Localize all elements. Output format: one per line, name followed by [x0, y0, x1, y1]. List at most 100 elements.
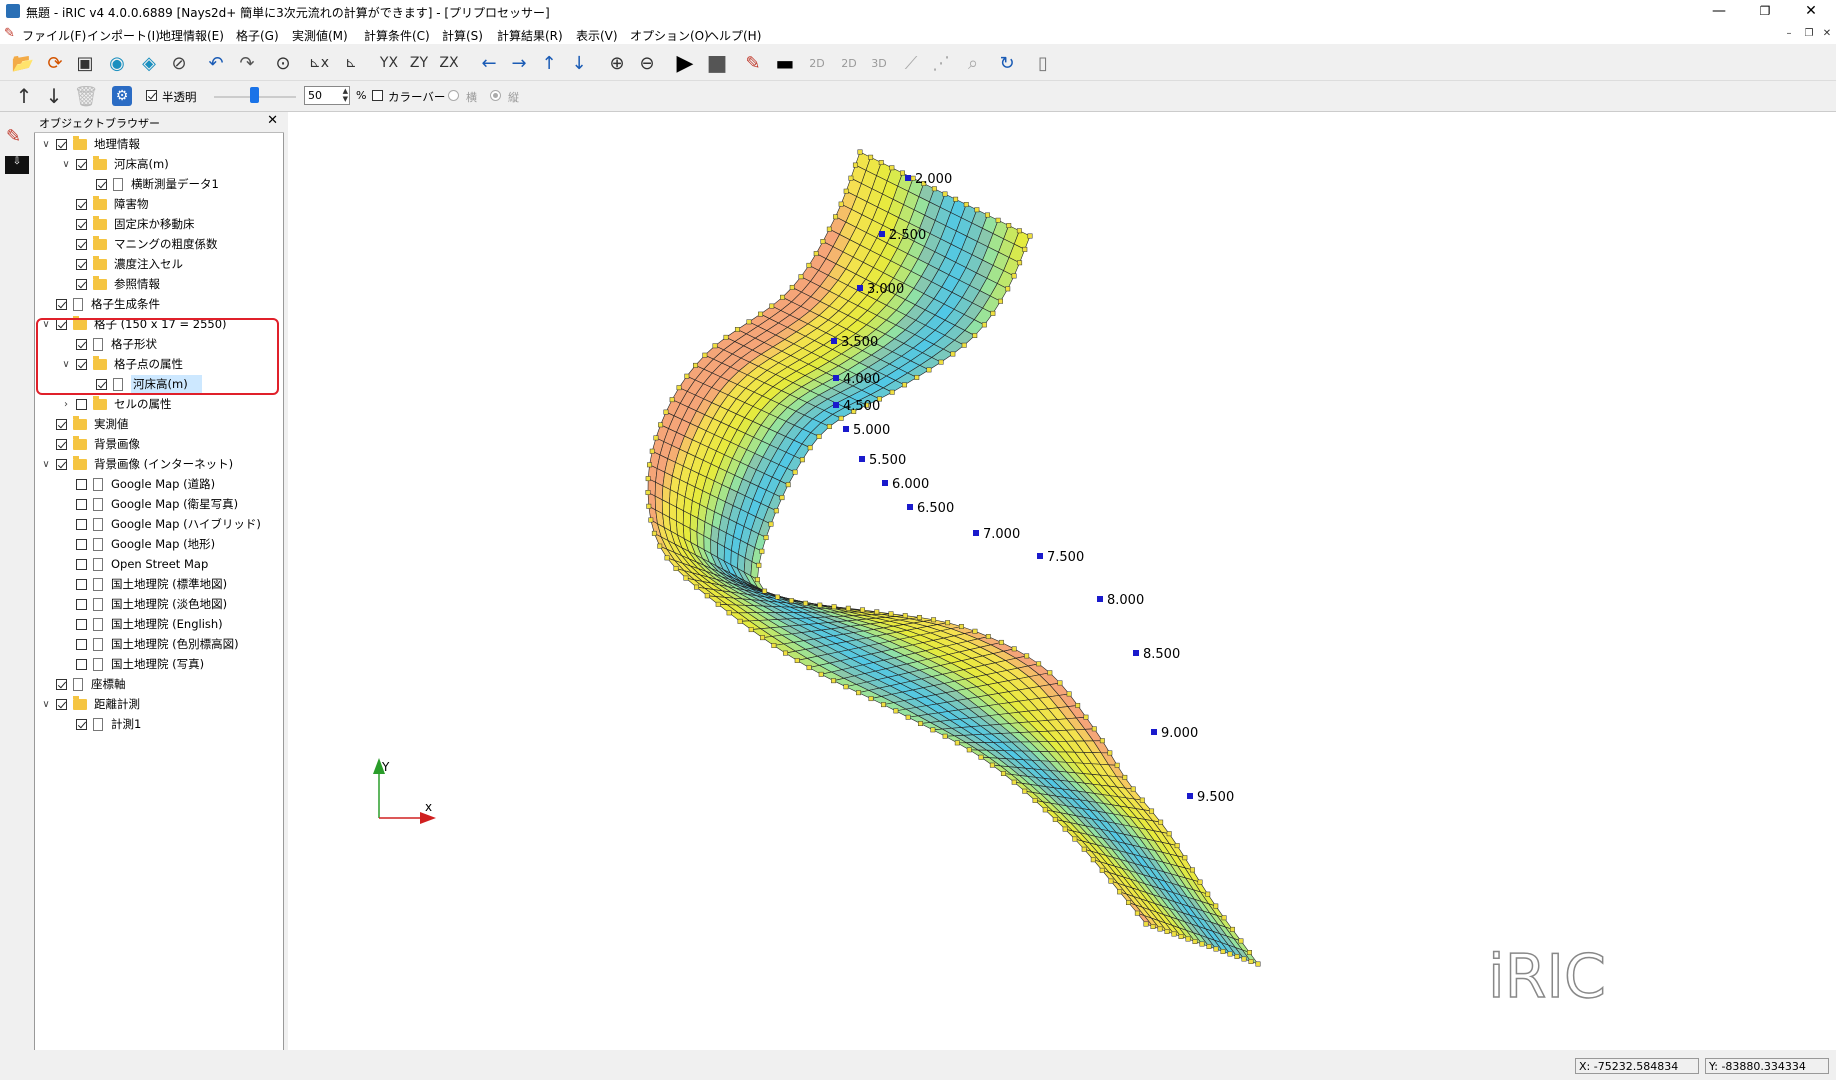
post-2d-icon[interactable]: 2D	[804, 50, 830, 76]
scatter-icon[interactable]: ⋰	[928, 50, 954, 76]
grid-node[interactable]	[995, 217, 1001, 223]
grid-node[interactable]	[759, 635, 765, 641]
grid-node[interactable]	[755, 577, 760, 583]
grid-node[interactable]	[843, 188, 849, 194]
expand-arrow-icon[interactable]: ∨	[60, 159, 72, 170]
colorbar-checkbox[interactable]	[372, 90, 383, 101]
tree-item-checkbox[interactable]	[76, 218, 87, 230]
grid-node[interactable]	[1006, 223, 1012, 228]
grid-node[interactable]	[803, 600, 809, 606]
redo-icon[interactable]: ↷	[234, 50, 260, 76]
grid-node[interactable]	[1108, 878, 1114, 884]
grid-node[interactable]	[785, 482, 791, 488]
grid-node[interactable]	[900, 170, 905, 176]
grid-node[interactable]	[881, 702, 886, 708]
grid-node[interactable]	[1230, 926, 1235, 932]
delete-icon[interactable]: 🗑	[73, 84, 98, 108]
grid-node[interactable]	[1027, 233, 1033, 239]
tree-item[interactable]: Google Map (衛星写真)	[60, 495, 238, 513]
expand-arrow-icon[interactable]: ∨	[40, 699, 52, 710]
grid-node[interactable]	[1178, 934, 1184, 939]
grid-node[interactable]	[1185, 936, 1191, 942]
grid-node[interactable]	[1234, 954, 1240, 959]
minimize-button[interactable]: —	[1696, 0, 1742, 24]
grid-node[interactable]	[704, 593, 710, 599]
translucent-checkbox[interactable]	[146, 90, 157, 101]
grid-node[interactable]	[972, 333, 978, 339]
grid-node[interactable]	[1248, 959, 1254, 964]
tree-item[interactable]: ∨ 河床高(m)	[60, 155, 169, 173]
grid-node[interactable]	[889, 389, 895, 395]
tree-item-checkbox[interactable]	[76, 558, 87, 570]
grid-node[interactable]	[1171, 931, 1177, 937]
grid-node[interactable]	[806, 262, 812, 268]
move-up-icon[interactable]: ↑	[12, 84, 36, 108]
graph-zoom-icon[interactable]: ⌕	[960, 50, 986, 76]
grid-node[interactable]	[768, 521, 774, 527]
tree-item-checkbox[interactable]	[76, 618, 87, 630]
grid-node[interactable]	[737, 618, 743, 624]
view-yx-icon[interactable]: YX	[376, 50, 402, 76]
post-3d-icon[interactable]: 3D	[866, 50, 892, 76]
grid-node[interactable]	[856, 690, 861, 696]
grid-node[interactable]	[775, 594, 781, 600]
tree-item[interactable]: 座標軸	[40, 675, 126, 693]
horizontal-radio[interactable]	[448, 90, 459, 101]
grid-node[interactable]	[669, 397, 675, 403]
undo-icon[interactable]: ↶	[203, 50, 229, 76]
tree-item[interactable]: 国土地理院 (English)	[60, 615, 223, 633]
tree-item-checkbox[interactable]	[76, 498, 87, 510]
grid-node[interactable]	[1047, 670, 1053, 676]
grid-node[interactable]	[813, 251, 819, 257]
grid-node[interactable]	[715, 601, 721, 607]
view-zx-icon[interactable]: ZX	[436, 50, 462, 76]
graph-icon[interactable]: ⟋	[898, 50, 924, 76]
menu-measured[interactable]: 実測値(M)	[292, 27, 348, 44]
grid-node[interactable]	[874, 609, 880, 615]
restore-button[interactable]: ❐	[1742, 0, 1788, 24]
grid-node[interactable]	[820, 239, 826, 244]
view-zy-icon[interactable]: ZY	[406, 50, 432, 76]
grid-node[interactable]	[1011, 646, 1017, 652]
settings-gear-icon[interactable]: ⚙	[112, 86, 132, 106]
tree-item-checkbox[interactable]	[76, 658, 87, 670]
grid-node[interactable]	[954, 740, 960, 746]
grid-node[interactable]	[1114, 762, 1120, 768]
grid-node[interactable]	[1032, 797, 1038, 803]
grid-node[interactable]	[1130, 786, 1136, 792]
grid-node[interactable]	[673, 565, 679, 571]
grid-node[interactable]	[1099, 867, 1105, 873]
grid-node[interactable]	[843, 684, 849, 690]
tree-item-checkbox[interactable]	[76, 718, 87, 730]
menu-help[interactable]: ヘルプ(H)	[707, 27, 761, 44]
grid-node[interactable]	[998, 298, 1003, 304]
grid-node[interactable]	[998, 639, 1004, 645]
grid-node[interactable]	[646, 503, 652, 509]
grid-node[interactable]	[914, 374, 920, 380]
grid-node[interactable]	[958, 624, 964, 629]
grid-node[interactable]	[773, 508, 779, 514]
menu-calc-condition[interactable]: 計算条件(C)	[364, 27, 430, 44]
google-earth-icon[interactable]: ⊘	[166, 50, 192, 76]
tree-item-checkbox[interactable]	[76, 638, 87, 650]
run-icon[interactable]: ▶	[672, 50, 698, 76]
grid-node[interactable]	[1052, 816, 1058, 822]
grid-node[interactable]	[693, 584, 699, 590]
grid-node[interactable]	[702, 352, 708, 358]
tree-item-checkbox[interactable]	[56, 298, 67, 310]
opacity-input[interactable]: 50	[308, 89, 322, 102]
tree-item[interactable]: Open Street Map	[60, 555, 208, 573]
mdi-minimize-icon[interactable]: –	[1780, 26, 1798, 42]
grid-node[interactable]	[817, 602, 823, 608]
refresh-icon[interactable]: ↻	[994, 50, 1020, 76]
grid-node[interactable]	[762, 588, 768, 594]
grid-node[interactable]	[1107, 750, 1113, 756]
grid-node[interactable]	[953, 196, 959, 202]
arrow-left-icon[interactable]: ←	[476, 50, 502, 76]
grid-node[interactable]	[1062, 826, 1068, 832]
grid-node[interactable]	[1150, 924, 1156, 929]
reload-icon[interactable]: ⟳	[42, 50, 68, 76]
tree-item[interactable]: 横断測量データ1	[80, 175, 219, 193]
grid-node[interactable]	[782, 650, 788, 656]
grid-node[interactable]	[1011, 273, 1017, 279]
